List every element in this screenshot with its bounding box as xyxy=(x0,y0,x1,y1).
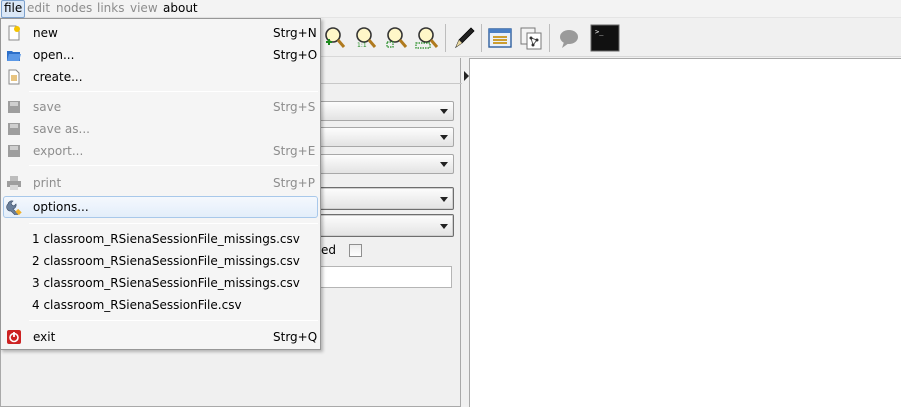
menu-item-exit[interactable]: exit Strg+Q xyxy=(3,326,318,348)
shortcut-label: Strg+S xyxy=(273,100,316,114)
menu-view[interactable]: view xyxy=(128,0,160,18)
combo-box-3[interactable] xyxy=(311,154,454,174)
menu-separator xyxy=(29,165,318,166)
combo-box-5[interactable] xyxy=(311,214,454,237)
menu-links[interactable]: links xyxy=(95,0,126,18)
shortcut-label: Strg+Q xyxy=(273,330,318,344)
pen-icon[interactable] xyxy=(451,25,477,51)
recent-file-label: 1 classroom_RSienaSessionFile_missings.c… xyxy=(32,232,300,246)
combo-box-1[interactable] xyxy=(311,101,454,121)
menu-item-label: open... xyxy=(33,48,75,62)
chevron-down-icon xyxy=(440,162,448,167)
save-as-icon xyxy=(8,123,20,135)
printer-icon xyxy=(7,176,21,190)
recent-file-label: 4 classroom_RSienaSessionFile.csv xyxy=(32,298,242,312)
menu-about[interactable]: about xyxy=(161,0,200,18)
menu-item-label: export... xyxy=(33,144,84,158)
chevron-down-icon xyxy=(440,109,448,114)
menu-item-label: create... xyxy=(33,70,83,84)
menu-item-label: new xyxy=(33,26,58,40)
export-icon xyxy=(8,145,20,157)
recent-file-label: 2 classroom_RSienaSessionFile_missings.c… xyxy=(32,254,300,268)
save-icon xyxy=(8,101,20,113)
open-folder-icon xyxy=(7,51,21,61)
svg-text:1:1: 1:1 xyxy=(357,42,367,49)
menu-bar: file edit nodes links view about xyxy=(0,0,901,18)
menu-item-print[interactable]: print Strg+P xyxy=(3,172,318,194)
checkbox-label: ed xyxy=(321,243,336,257)
console-icon[interactable]: >_ xyxy=(590,24,620,52)
toolbar-separator xyxy=(549,24,550,52)
zoom-fit-icon[interactable] xyxy=(382,25,408,51)
menu-item-options[interactable]: options... xyxy=(3,196,318,218)
menu-item-create[interactable]: create... xyxy=(3,66,318,88)
new-file-icon xyxy=(8,25,20,41)
svg-text:>_: >_ xyxy=(595,28,604,36)
shortcut-label: Strg+O xyxy=(273,48,318,62)
chat-bubble-icon[interactable] xyxy=(556,25,582,51)
recent-file-label: 3 classroom_RSienaSessionFile_missings.c… xyxy=(32,276,300,290)
menu-separator xyxy=(29,223,318,224)
menu-edit[interactable]: edit xyxy=(25,0,52,18)
menu-item-new[interactable]: new Strg+N xyxy=(3,22,318,44)
zoom-in-icon[interactable] xyxy=(320,25,346,51)
menu-item-save[interactable]: save Strg+S xyxy=(3,96,318,118)
menu-item-export[interactable]: export... Strg+E xyxy=(3,140,318,162)
menu-separator xyxy=(29,320,318,321)
menu-item-save-as[interactable]: save as... xyxy=(3,118,318,140)
recent-file-item[interactable]: 2 classroom_RSienaSessionFile_missings.c… xyxy=(3,250,318,272)
chevron-down-icon xyxy=(440,197,448,202)
shortcut-label: Strg+P xyxy=(273,176,315,190)
chevron-down-icon xyxy=(440,224,448,229)
toolbar-separator xyxy=(445,24,446,52)
menu-item-label: options... xyxy=(33,200,89,214)
list-window-icon[interactable] xyxy=(487,25,513,51)
menu-nodes[interactable]: nodes xyxy=(54,0,94,18)
zoom-selection-icon[interactable] xyxy=(413,25,439,51)
combo-box-2[interactable] xyxy=(311,127,454,147)
recent-file-item[interactable]: 3 classroom_RSienaSessionFile_missings.c… xyxy=(3,272,318,294)
toolbar-separator xyxy=(481,24,482,52)
zoom-1to1-icon[interactable]: 1:1 xyxy=(351,25,377,51)
menu-separator xyxy=(29,91,318,92)
combo-box-4[interactable] xyxy=(311,187,454,210)
shortcut-label: Strg+E xyxy=(273,144,316,158)
menu-item-label: print xyxy=(33,176,62,190)
menu-item-open[interactable]: open... Strg+O xyxy=(3,44,318,66)
text-field[interactable] xyxy=(311,266,452,288)
menu-item-label: save as... xyxy=(33,122,90,136)
menu-file[interactable]: file xyxy=(1,0,26,18)
option-checkbox[interactable] xyxy=(349,244,362,257)
graph-canvas[interactable] xyxy=(469,58,901,407)
menu-item-label: exit xyxy=(33,330,56,344)
file-menu-dropdown: new Strg+N open... Strg+O create... save… xyxy=(0,18,321,350)
wrench-icon xyxy=(6,200,22,215)
recent-file-item[interactable]: 1 classroom_RSienaSessionFile_missings.c… xyxy=(3,228,318,250)
menu-item-label: save xyxy=(33,100,62,114)
chevron-down-icon xyxy=(440,135,448,140)
power-icon xyxy=(7,330,21,344)
recent-file-item[interactable]: 4 classroom_RSienaSessionFile.csv xyxy=(3,294,318,316)
create-document-icon xyxy=(8,69,20,85)
graph-layout-icon[interactable] xyxy=(518,25,544,51)
shortcut-label: Strg+N xyxy=(273,26,317,40)
